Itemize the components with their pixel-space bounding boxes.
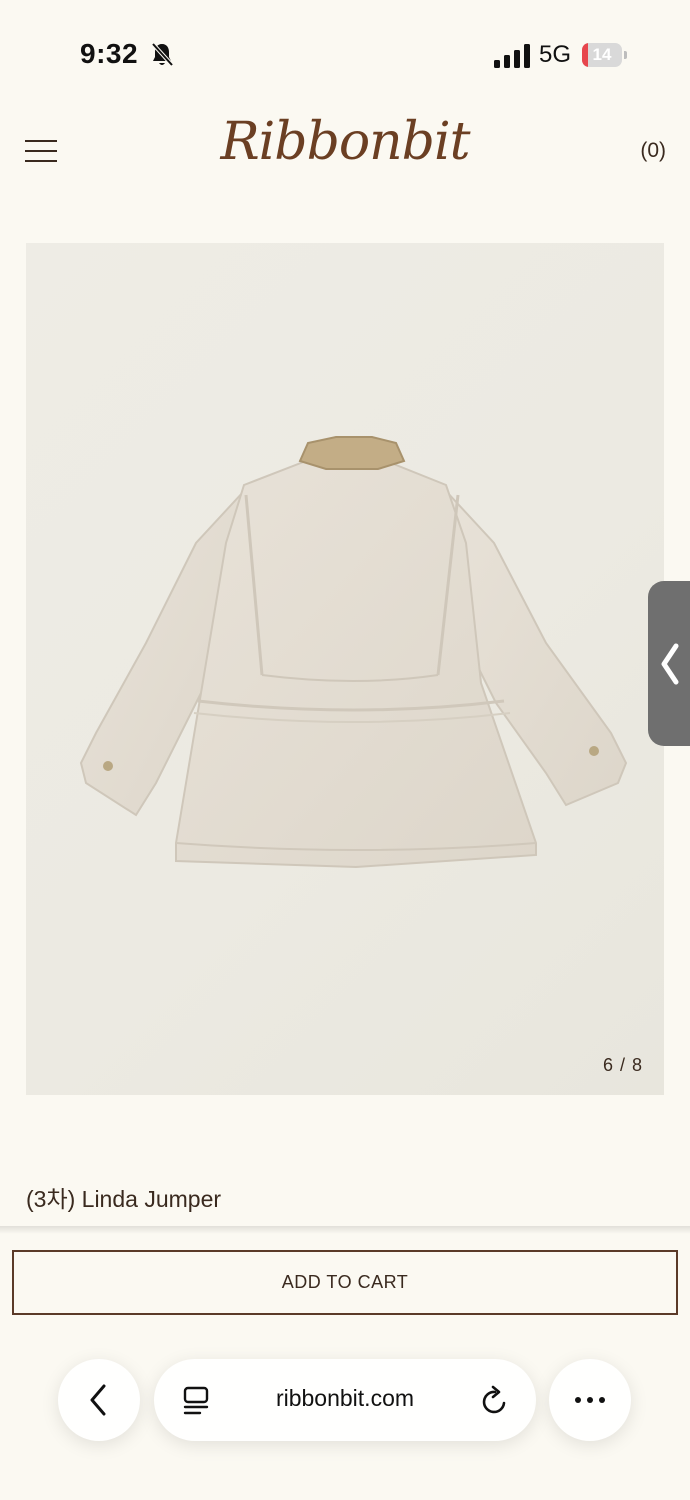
product-image <box>79 436 628 869</box>
address-bar[interactable]: ribbonbit.com <box>154 1359 536 1441</box>
more-icon <box>575 1397 605 1403</box>
back-icon <box>90 1384 106 1416</box>
network-type: 5G <box>539 41 572 68</box>
status-bar: 9:32 5G 14 <box>0 0 690 110</box>
signal-icon <box>494 44 530 68</box>
battery-icon: 14 <box>582 43 628 67</box>
product-image-gallery[interactable]: 6 / 8 <box>26 243 664 1095</box>
add-to-cart-button[interactable]: ADD TO CART <box>12 1250 678 1315</box>
product-title: (3차) Linda Jumper <box>26 1186 222 1212</box>
side-tab[interactable] <box>648 581 690 746</box>
image-counter: 6 / 8 <box>602 1055 643 1075</box>
more-options-button[interactable] <box>549 1359 631 1441</box>
browser-back-button[interactable] <box>58 1359 140 1441</box>
url-text: ribbonbit.com <box>275 1385 415 1411</box>
status-time: 9:32 <box>80 38 139 69</box>
brand-logo[interactable]: Ribbonbit <box>0 112 690 172</box>
bell-slash-icon <box>151 42 174 67</box>
divider <box>0 1226 690 1234</box>
chevron-left-icon <box>661 643 679 685</box>
cart-count[interactable]: (0) <box>640 139 666 163</box>
reload-icon[interactable] <box>480 1385 510 1417</box>
battery-percent: 14 <box>592 45 612 64</box>
